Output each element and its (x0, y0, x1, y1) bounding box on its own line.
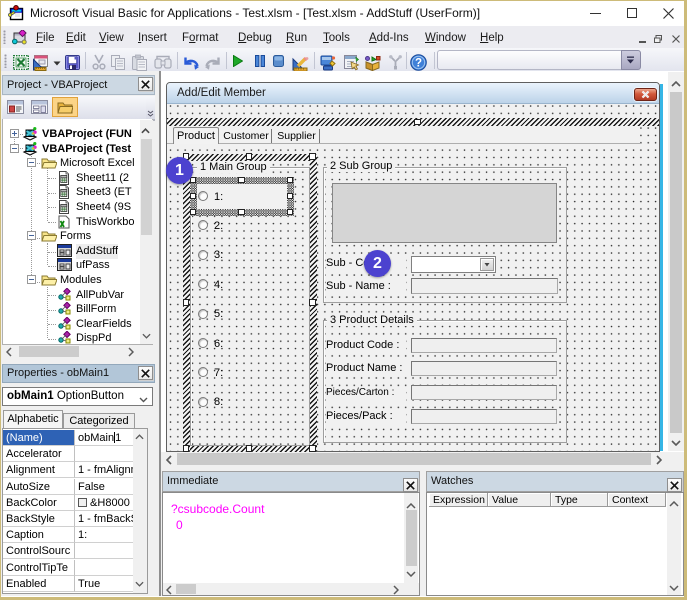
svg-text:?: ? (415, 58, 422, 70)
